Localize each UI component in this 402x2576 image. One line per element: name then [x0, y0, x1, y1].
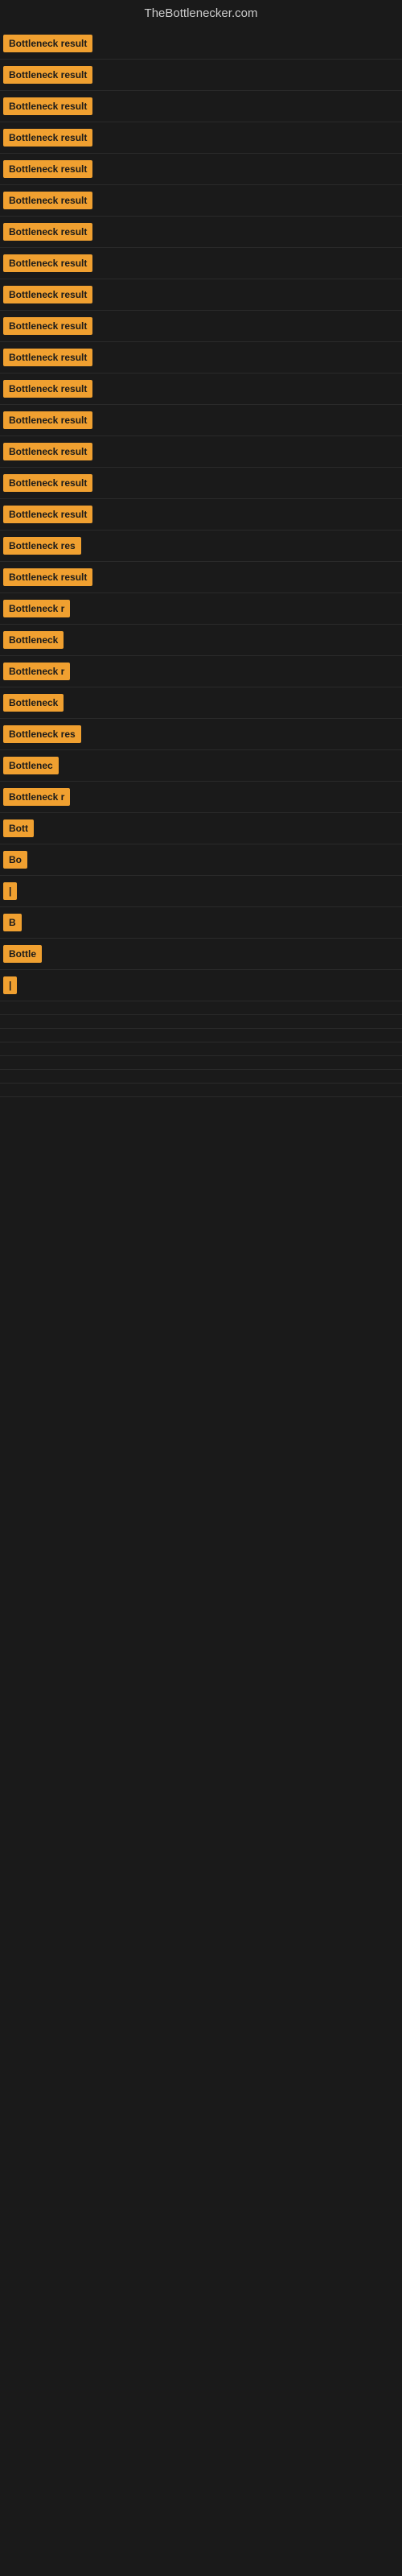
bottleneck-result-badge[interactable]: Bottleneck res — [3, 725, 81, 743]
bottleneck-result-badge[interactable]: Bottleneck result — [3, 380, 92, 398]
list-item: Bottle — [0, 939, 402, 970]
list-item: Bottleneck result — [0, 374, 402, 405]
list-item — [0, 1001, 402, 1015]
bottleneck-result-badge[interactable]: Bottleneck res — [3, 537, 81, 555]
bottleneck-result-badge[interactable]: Bottleneck result — [3, 35, 92, 52]
bottleneck-result-badge[interactable]: Bottle — [3, 945, 42, 963]
bottleneck-result-badge[interactable]: Bottleneck result — [3, 317, 92, 335]
list-item: Bottleneck res — [0, 719, 402, 750]
bottleneck-result-badge[interactable]: B — [3, 914, 22, 931]
list-item: Bott — [0, 813, 402, 844]
list-item: Bottleneck r — [0, 782, 402, 813]
list-item: Bottleneck result — [0, 91, 402, 122]
bottleneck-result-badge[interactable]: | — [3, 976, 17, 994]
bottleneck-result-badge[interactable]: Bottleneck — [3, 694, 64, 712]
bottleneck-result-badge[interactable]: Bottleneck r — [3, 788, 70, 806]
bottleneck-result-badge[interactable]: | — [3, 882, 17, 900]
bottleneck-result-badge[interactable]: Bottleneck result — [3, 506, 92, 523]
list-item: Bottleneck result — [0, 405, 402, 436]
list-item: Bottleneck result — [0, 499, 402, 530]
list-item — [0, 1056, 402, 1070]
bottleneck-result-badge[interactable]: Bo — [3, 851, 27, 869]
list-item: Bottleneck result — [0, 154, 402, 185]
list-item: Bottleneck result — [0, 562, 402, 593]
list-item: Bottleneck res — [0, 530, 402, 562]
list-item: Bottleneck result — [0, 122, 402, 154]
list-item: B — [0, 907, 402, 939]
list-item: Bottleneck result — [0, 468, 402, 499]
list-item: Bottleneck result — [0, 279, 402, 311]
bottleneck-result-badge[interactable]: Bottleneck result — [3, 160, 92, 178]
bottleneck-result-badge[interactable]: Bottleneck result — [3, 286, 92, 303]
site-title: TheBottlenecker.com — [0, 0, 402, 28]
list-item: Bottleneck r — [0, 656, 402, 687]
bottleneck-result-badge[interactable]: Bottleneck — [3, 631, 64, 649]
list-item: Bottleneck — [0, 687, 402, 719]
list-item: Bottleneck result — [0, 185, 402, 217]
list-item: Bottleneck result — [0, 217, 402, 248]
list-item: Bo — [0, 844, 402, 876]
bottleneck-result-badge[interactable]: Bottleneck result — [3, 223, 92, 241]
list-item: Bottleneck — [0, 625, 402, 656]
list-item: | — [0, 970, 402, 1001]
list-item: Bottlenec — [0, 750, 402, 782]
list-item — [0, 1029, 402, 1042]
bottleneck-result-badge[interactable]: Bottleneck result — [3, 411, 92, 429]
list-item: Bottleneck r — [0, 593, 402, 625]
bottleneck-result-badge[interactable]: Bottleneck result — [3, 443, 92, 460]
list-item — [0, 1070, 402, 1084]
list-item: | — [0, 876, 402, 907]
bottleneck-result-badge[interactable]: Bottleneck result — [3, 568, 92, 586]
bottleneck-result-badge[interactable]: Bottleneck result — [3, 192, 92, 209]
list-item: Bottleneck result — [0, 311, 402, 342]
bottleneck-result-badge[interactable]: Bottleneck r — [3, 600, 70, 617]
list-item: Bottleneck result — [0, 342, 402, 374]
list-item: Bottleneck result — [0, 436, 402, 468]
list-item: Bottleneck result — [0, 60, 402, 91]
bottleneck-result-badge[interactable]: Bottlenec — [3, 757, 59, 774]
list-item — [0, 1015, 402, 1029]
list-item: Bottleneck result — [0, 28, 402, 60]
bottleneck-result-badge[interactable]: Bott — [3, 819, 34, 837]
bottleneck-result-badge[interactable]: Bottleneck result — [3, 97, 92, 115]
bottleneck-result-badge[interactable]: Bottleneck result — [3, 349, 92, 366]
bottleneck-result-badge[interactable]: Bottleneck result — [3, 474, 92, 492]
bottleneck-result-badge[interactable]: Bottleneck r — [3, 663, 70, 680]
list-item: Bottleneck result — [0, 248, 402, 279]
list-item — [0, 1042, 402, 1056]
bottleneck-result-badge[interactable]: Bottleneck result — [3, 66, 92, 84]
bottleneck-result-badge[interactable]: Bottleneck result — [3, 129, 92, 147]
bottleneck-result-badge[interactable]: Bottleneck result — [3, 254, 92, 272]
list-item — [0, 1084, 402, 1097]
